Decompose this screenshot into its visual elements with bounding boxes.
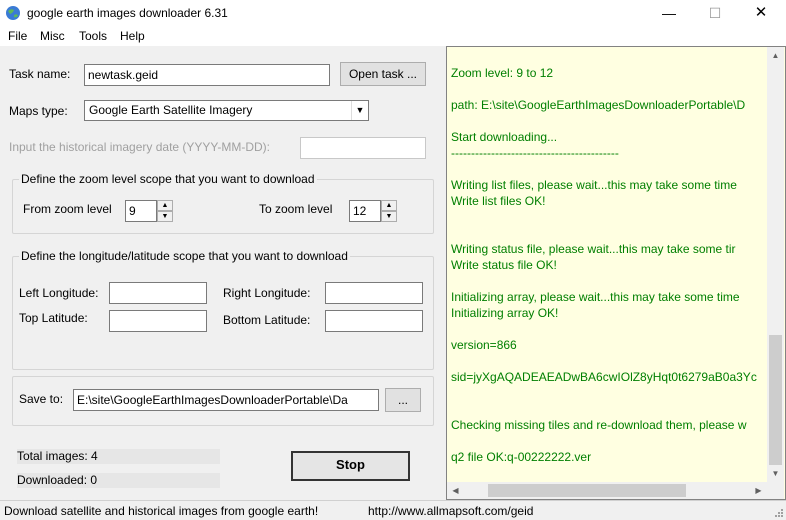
from-zoom-stepper[interactable]: 9 ▲ ▼ [125, 200, 173, 222]
maps-type-value: Google Earth Satellite Imagery [89, 103, 253, 117]
scroll-corner [767, 482, 784, 499]
log-line: Checking missing tiles and re-download t… [451, 418, 747, 432]
task-name-input[interactable]: newtask.geid [84, 64, 330, 86]
maximize-button[interactable]: ☐ [692, 0, 738, 26]
browse-button[interactable]: ... [385, 388, 421, 412]
maps-type-select[interactable]: Google Earth Satellite Imagery ▼ [84, 100, 369, 121]
log-horizontal-scrollbar[interactable]: ◀ ▶ [447, 482, 767, 499]
status-bar: Download satellite and historical images… [0, 500, 786, 520]
from-zoom-label: From zoom level [23, 202, 112, 216]
to-zoom-label: To zoom level [259, 202, 333, 216]
maps-type-label: Maps type: [9, 104, 68, 118]
log-line: q2 file OK:q-00222222.ver [451, 450, 592, 464]
save-to-label: Save to: [19, 392, 64, 406]
menu-help[interactable]: Help [120, 29, 145, 43]
menu-tools[interactable]: Tools [79, 29, 107, 43]
left-longitude-label: Left Longitude: [19, 286, 99, 300]
task-form-panel: Task name: newtask.geid Open task ... Ma… [0, 46, 446, 500]
log-line: ----------------------------------------… [451, 146, 619, 160]
log-line: Initializing array OK! [451, 306, 559, 320]
left-longitude-input[interactable] [109, 282, 207, 304]
to-zoom-stepper[interactable]: 12 ▲ ▼ [349, 200, 397, 222]
title-bar: google earth images downloader 6.31 — ☐ … [0, 0, 786, 26]
from-zoom-down-icon[interactable]: ▼ [157, 211, 173, 222]
status-url: http://www.allmapsoft.com/geid [368, 504, 534, 518]
log-line: Writing status file, please wait...this … [451, 242, 736, 256]
zoom-scope-title: Define the zoom level scope that you wan… [19, 172, 317, 186]
downloaded-text: Downloaded: 0 [17, 473, 98, 487]
open-task-button[interactable]: Open task ... [340, 62, 426, 86]
log-line: Write list files OK! [451, 194, 546, 208]
globe-icon [6, 6, 20, 20]
total-images-bar: Total images: 4 [17, 449, 220, 464]
log-line: Initializing array, please wait...this m… [451, 290, 740, 304]
historical-date-label: Input the historical imagery date (YYYY-… [9, 140, 270, 154]
to-zoom-value[interactable]: 12 [349, 200, 381, 222]
right-longitude-input[interactable] [325, 282, 423, 304]
log-line: Writing list files, please wait...this m… [451, 178, 737, 192]
to-zoom-up-icon[interactable]: ▲ [381, 200, 397, 211]
log-vertical-scroll-thumb[interactable] [769, 335, 782, 465]
log-line: version=866 [451, 338, 517, 352]
coordinate-scope-group: Define the longitude/latitude scope that… [12, 249, 434, 370]
menu-misc[interactable]: Misc [40, 29, 65, 43]
menu-file[interactable]: File [8, 29, 27, 43]
status-message: Download satellite and historical images… [4, 504, 319, 518]
log-line: Start downloading... [451, 130, 558, 144]
save-to-group: Save to: E:\site\GoogleEarthImagesDownlo… [12, 376, 434, 426]
resize-grip-icon[interactable] [772, 506, 784, 518]
total-images-text: Total images: 4 [17, 449, 98, 463]
log-output[interactable]: Zoom level: 9 to 12 path: E:\site\Google… [446, 46, 786, 500]
scroll-right-icon[interactable]: ▶ [750, 482, 767, 499]
log-vertical-scrollbar[interactable]: ▲ ▼ [767, 47, 784, 482]
log-horizontal-scroll-thumb[interactable] [488, 484, 686, 497]
scroll-down-icon[interactable]: ▼ [767, 465, 784, 482]
coordinate-scope-title: Define the longitude/latitude scope that… [19, 249, 350, 263]
top-latitude-label: Top Latitude: [19, 311, 88, 325]
historical-date-input[interactable] [300, 137, 426, 159]
bottom-latitude-label: Bottom Latitude: [223, 313, 311, 327]
downloaded-bar: Downloaded: 0 [17, 473, 220, 488]
menu-bar: File Misc Tools Help [0, 26, 786, 46]
scroll-left-icon[interactable]: ◀ [447, 482, 464, 499]
task-name-label: Task name: [9, 67, 71, 81]
zoom-scope-group: Define the zoom level scope that you wan… [12, 172, 434, 234]
scroll-up-icon[interactable]: ▲ [767, 47, 784, 64]
minimize-button[interactable]: — [646, 0, 692, 26]
log-line: path: E:\site\GoogleEarthImagesDownloade… [451, 98, 746, 112]
right-longitude-label: Right Longitude: [223, 286, 311, 300]
save-to-input[interactable]: E:\site\GoogleEarthImagesDownloaderPorta… [73, 389, 379, 411]
bottom-latitude-input[interactable] [325, 310, 423, 332]
stop-button[interactable]: Stop [291, 451, 410, 481]
top-latitude-input[interactable] [109, 310, 207, 332]
from-zoom-value[interactable]: 9 [125, 200, 157, 222]
close-button[interactable]: ✕ [738, 0, 784, 26]
to-zoom-down-icon[interactable]: ▼ [381, 211, 397, 222]
window-title: google earth images downloader 6.31 [27, 6, 228, 20]
log-line: Zoom level: 9 to 12 [451, 66, 554, 80]
chevron-down-icon[interactable]: ▼ [351, 101, 368, 120]
from-zoom-up-icon[interactable]: ▲ [157, 200, 173, 211]
log-line: Write status file OK! [451, 258, 557, 272]
log-line: sid=jyXgAQADEAEADwBA6cwIOlZ8yHqt0t6279aB… [451, 370, 757, 384]
